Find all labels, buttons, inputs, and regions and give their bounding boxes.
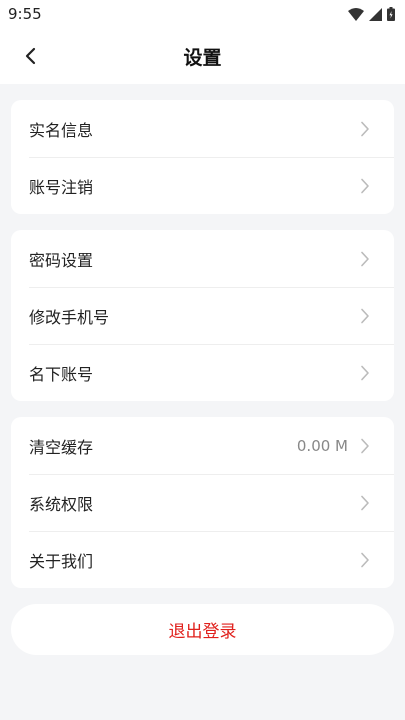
settings-item-label: 密码设置: [29, 250, 94, 270]
status-time: 9:55: [8, 5, 42, 23]
settings-item-password[interactable]: 密码设置: [11, 230, 394, 287]
settings-item-label: 关于我们: [29, 551, 94, 571]
settings-item-change-phone[interactable]: 修改手机号: [11, 287, 394, 344]
settings-item-linked-accounts[interactable]: 名下账号: [11, 344, 394, 401]
chevron-right-icon: [361, 495, 369, 510]
settings-group-system: 清空缓存 0.00 M 系统权限 关于我们: [11, 417, 394, 588]
settings-item-system-permissions[interactable]: 系统权限: [11, 474, 394, 531]
chevron-right-icon: [361, 365, 369, 380]
settings-item-label: 名下账号: [29, 364, 94, 384]
status-icons: [348, 7, 395, 21]
battery-icon: [387, 7, 395, 21]
chevron-right-icon: [361, 251, 369, 266]
settings-item-label: 账号注销: [29, 177, 94, 197]
chevron-right-icon: [361, 438, 369, 453]
settings-item-clear-cache[interactable]: 清空缓存 0.00 M: [11, 417, 394, 474]
settings-item-about-us[interactable]: 关于我们: [11, 531, 394, 588]
signal-icon: [369, 7, 382, 21]
chevron-right-icon: [361, 308, 369, 323]
chevron-left-icon: [25, 47, 36, 65]
back-button[interactable]: [14, 40, 46, 72]
chevron-right-icon: [361, 552, 369, 567]
cache-size-value: 0.00 M: [296, 436, 348, 455]
settings-item-label: 清空缓存: [29, 437, 94, 457]
chevron-right-icon: [361, 178, 369, 193]
settings-item-label: 修改手机号: [29, 307, 110, 327]
settings-group-account: 实名信息 账号注销: [11, 100, 394, 214]
settings-item-label: 系统权限: [29, 494, 94, 514]
settings-group-security: 密码设置 修改手机号 名下账号: [11, 230, 394, 401]
logout-button[interactable]: 退出登录: [11, 604, 394, 655]
settings-item-real-name-info[interactable]: 实名信息: [11, 100, 394, 157]
settings-item-label: 实名信息: [29, 120, 94, 140]
wifi-icon: [348, 7, 364, 21]
settings-item-account-cancellation[interactable]: 账号注销: [11, 157, 394, 214]
chevron-right-icon: [361, 121, 369, 136]
page-title: 设置: [183, 46, 222, 69]
logout-label: 退出登录: [168, 622, 237, 642]
status-bar: 9:55: [0, 0, 405, 28]
nav-bar: 设置: [0, 28, 405, 84]
